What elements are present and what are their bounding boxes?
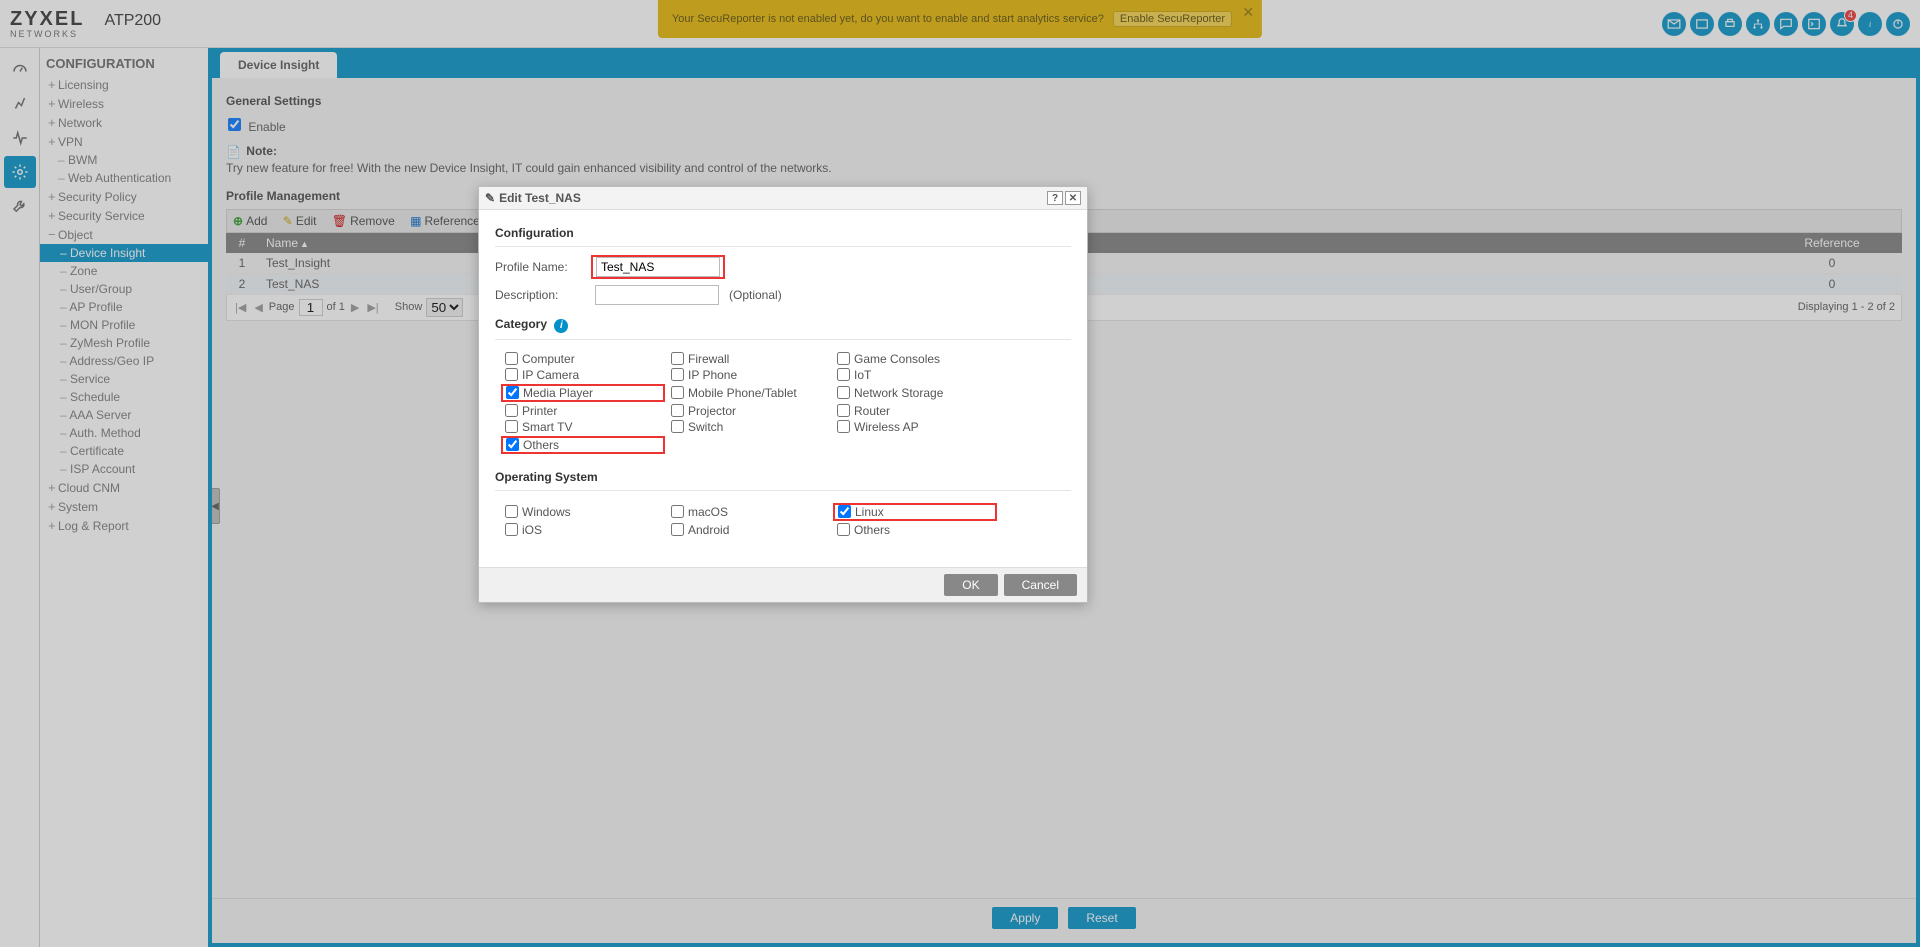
category-label: IP Camera [522, 368, 579, 382]
os-checkbox[interactable] [837, 523, 850, 536]
edit-icon: ✎ [485, 191, 495, 205]
category-router[interactable]: Router [837, 404, 997, 418]
category-iot[interactable]: IoT [837, 368, 997, 382]
category-checkbox[interactable] [671, 386, 684, 399]
os-others[interactable]: Others [837, 523, 997, 537]
category-checkbox[interactable] [505, 352, 518, 365]
description-input[interactable] [595, 285, 719, 305]
os-linux[interactable]: Linux [833, 503, 997, 521]
os-checkbox[interactable] [671, 523, 684, 536]
category-checkbox[interactable] [506, 386, 519, 399]
category-checkbox[interactable] [837, 368, 850, 381]
os-label: macOS [688, 505, 728, 519]
category-game-consoles[interactable]: Game Consoles [837, 352, 997, 366]
category-others[interactable]: Others [501, 436, 665, 454]
os-checkbox[interactable] [505, 505, 518, 518]
category-computer[interactable]: Computer [505, 352, 665, 366]
category-label: IoT [854, 368, 871, 382]
profile-name-input[interactable] [596, 257, 720, 277]
category-label: Firewall [688, 352, 729, 366]
category-ip-phone[interactable]: IP Phone [671, 368, 831, 382]
category-network-storage[interactable]: Network Storage [837, 384, 997, 402]
optional-label: (Optional) [729, 288, 782, 302]
category-label: Network Storage [854, 386, 943, 400]
configuration-heading: Configuration [495, 220, 1071, 247]
cancel-button[interactable]: Cancel [1004, 574, 1077, 596]
category-label: Others [523, 438, 559, 452]
category-checkbox[interactable] [505, 404, 518, 417]
category-checkbox[interactable] [837, 404, 850, 417]
category-label: Projector [688, 404, 736, 418]
category-checkbox[interactable] [837, 352, 850, 365]
category-switch[interactable]: Switch [671, 420, 831, 434]
dialog-titlebar[interactable]: ✎ Edit Test_NAS ? ✕ [479, 187, 1087, 210]
description-label: Description: [495, 288, 595, 302]
category-checkbox[interactable] [671, 368, 684, 381]
category-label: Game Consoles [854, 352, 940, 366]
category-checkbox[interactable] [671, 404, 684, 417]
os-checkbox[interactable] [505, 523, 518, 536]
os-checkbox[interactable] [838, 505, 851, 518]
os-checkbox[interactable] [671, 505, 684, 518]
category-ip-camera[interactable]: IP Camera [505, 368, 665, 382]
os-heading: Operating System [495, 464, 1071, 491]
os-label: Others [854, 523, 890, 537]
category-label: Wireless AP [854, 420, 919, 434]
dialog-footer: OK Cancel [479, 567, 1087, 602]
category-checkbox[interactable] [506, 438, 519, 451]
category-checkbox[interactable] [671, 352, 684, 365]
category-label: Media Player [523, 386, 593, 400]
category-media-player[interactable]: Media Player [501, 384, 665, 402]
category-label: Printer [522, 404, 557, 418]
category-wireless-ap[interactable]: Wireless AP [837, 420, 997, 434]
os-label: Android [688, 523, 729, 537]
category-heading: Category i [495, 311, 1071, 340]
os-label: Windows [522, 505, 571, 519]
os-windows[interactable]: Windows [505, 503, 665, 521]
category-label: Computer [522, 352, 575, 366]
category-printer[interactable]: Printer [505, 404, 665, 418]
os-android[interactable]: Android [671, 523, 831, 537]
os-label: iOS [522, 523, 542, 537]
profile-name-label: Profile Name: [495, 260, 595, 274]
dialog-title: Edit Test_NAS [499, 191, 581, 205]
os-macos[interactable]: macOS [671, 503, 831, 521]
os-label: Linux [855, 505, 884, 519]
category-label: IP Phone [688, 368, 737, 382]
help-button[interactable]: ? [1047, 191, 1063, 205]
category-mobile-phone-tablet[interactable]: Mobile Phone/Tablet [671, 384, 831, 402]
edit-profile-dialog: ✎ Edit Test_NAS ? ✕ Configuration Profil… [478, 186, 1088, 603]
info-icon[interactable]: i [554, 319, 568, 333]
category-projector[interactable]: Projector [671, 404, 831, 418]
os-ios[interactable]: iOS [505, 523, 665, 537]
category-checkbox[interactable] [671, 420, 684, 433]
category-checkbox[interactable] [505, 368, 518, 381]
category-label: Switch [688, 420, 723, 434]
ok-button[interactable]: OK [944, 574, 997, 596]
category-checkbox[interactable] [837, 420, 850, 433]
category-label: Router [854, 404, 890, 418]
category-firewall[interactable]: Firewall [671, 352, 831, 366]
category-label: Mobile Phone/Tablet [688, 386, 797, 400]
close-button[interactable]: ✕ [1065, 191, 1081, 205]
category-label: Smart TV [522, 420, 572, 434]
category-checkbox[interactable] [505, 420, 518, 433]
category-checkbox[interactable] [837, 386, 850, 399]
category-smart-tv[interactable]: Smart TV [505, 420, 665, 434]
